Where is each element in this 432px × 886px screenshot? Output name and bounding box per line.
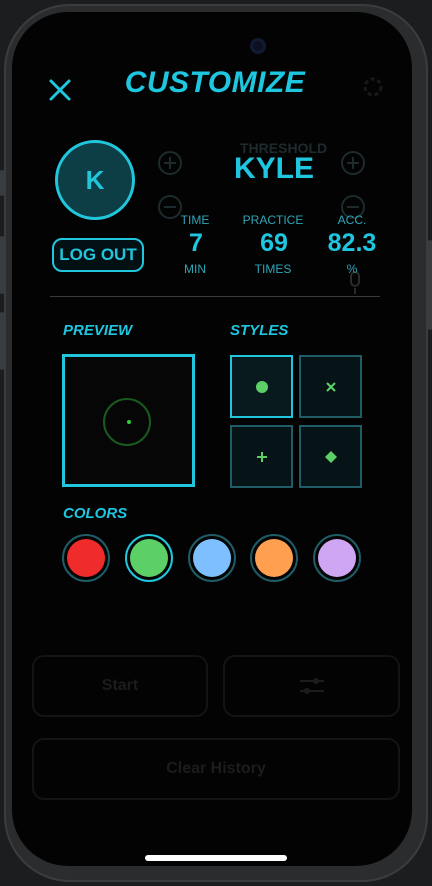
preview-dot bbox=[127, 420, 131, 424]
color-swatch-red[interactable] bbox=[62, 534, 110, 582]
stat-practice-value: 69 bbox=[260, 229, 288, 257]
avatar[interactable]: K bbox=[55, 140, 135, 220]
styles-label: STYLES bbox=[230, 322, 289, 339]
volume-down-button bbox=[0, 312, 4, 370]
power-button bbox=[428, 240, 432, 330]
background-settings-button bbox=[223, 655, 400, 717]
page-title: CUSTOMIZE bbox=[124, 66, 306, 99]
stat-accuracy-unit: % bbox=[346, 262, 358, 276]
style-option-dot[interactable] bbox=[230, 355, 293, 418]
side-button bbox=[0, 170, 4, 196]
preview-label: PREVIEW bbox=[63, 322, 133, 339]
close-icon[interactable] bbox=[46, 76, 74, 104]
stat-time-unit: MIN bbox=[184, 262, 206, 276]
background-plus-icon bbox=[341, 151, 365, 175]
stat-accuracy-label: ACC. bbox=[337, 213, 367, 227]
color-swatch-blue[interactable] bbox=[188, 534, 236, 582]
colors-label: COLORS bbox=[63, 505, 128, 522]
style-option-plus[interactable] bbox=[230, 425, 293, 488]
stat-practice-unit: TIMES bbox=[254, 262, 292, 276]
settings-icon bbox=[363, 77, 383, 97]
log-out-button[interactable]: LOG OUT bbox=[52, 238, 144, 272]
stat-accuracy-value: 82.3 bbox=[327, 229, 377, 257]
plus-icon bbox=[256, 451, 267, 462]
color-swatch-green[interactable] bbox=[125, 534, 173, 582]
stat-practice-label: PRACTICE bbox=[242, 213, 304, 227]
x-icon bbox=[325, 381, 336, 392]
user-name: KYLE bbox=[233, 152, 314, 185]
color-swatch-orange[interactable] bbox=[250, 534, 298, 582]
camera-icon bbox=[250, 38, 266, 54]
stat-time-value: 7 bbox=[189, 229, 203, 257]
dot-icon bbox=[255, 380, 268, 393]
diamond-icon bbox=[324, 450, 337, 463]
home-indicator[interactable] bbox=[145, 855, 287, 861]
background-start-button: Start bbox=[32, 655, 208, 717]
background-clear-history-button: Clear History bbox=[32, 738, 400, 800]
color-swatch-purple[interactable] bbox=[313, 534, 361, 582]
sliders-icon bbox=[299, 678, 324, 694]
volume-up-button bbox=[0, 236, 4, 294]
style-option-diamond[interactable] bbox=[299, 425, 362, 488]
style-option-x[interactable] bbox=[299, 355, 362, 418]
divider bbox=[50, 296, 380, 297]
background-plus-icon bbox=[158, 151, 182, 175]
avatar-initial: K bbox=[85, 164, 105, 195]
stat-time-label: TIME bbox=[180, 213, 210, 227]
